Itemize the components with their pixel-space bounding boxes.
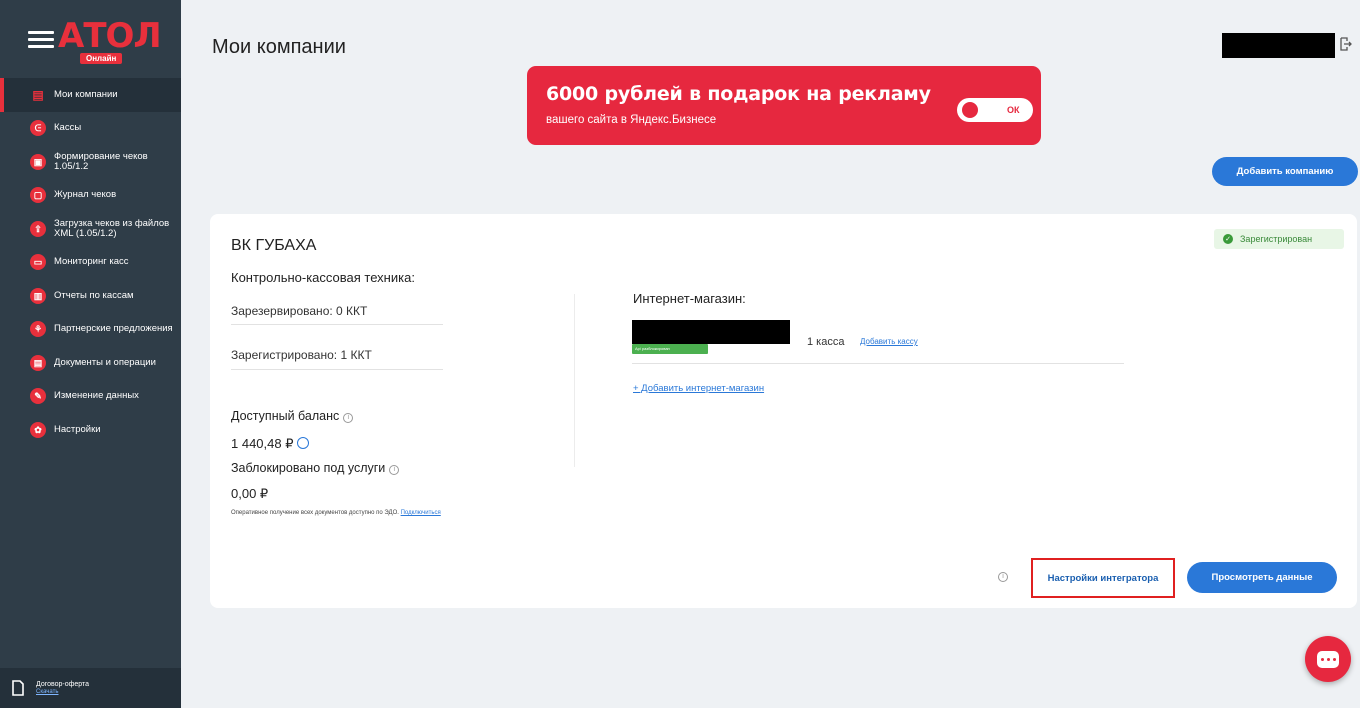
shop-name-redacted[interactable] <box>632 320 790 344</box>
divider <box>632 363 1124 364</box>
balance-value-row: 1 440,48 ₽ <box>231 436 309 452</box>
status-label: Зарегистрирован <box>1240 234 1313 244</box>
brand: АТОЛ Онлайн <box>0 0 181 78</box>
upload-icon: ⇪ <box>30 220 46 237</box>
toggle-knob <box>962 102 978 118</box>
sidebar-item-xml-upload[interactable]: ⇪ Загрузка чеков из файлов XML (1.05/1.2… <box>0 212 181 246</box>
offer-contract[interactable]: Договор-оферта Скачать <box>0 668 181 708</box>
report-icon: ▥ <box>30 287 46 304</box>
sidebar-item-documents[interactable]: ▤ Документы и операции <box>0 346 181 380</box>
check-icon: ✓ <box>1223 234 1233 244</box>
edo-connect-link[interactable]: Подключиться <box>401 510 441 516</box>
partner-icon: ⚘ <box>30 321 46 338</box>
refresh-icon[interactable] <box>296 437 309 449</box>
info-icon[interactable]: i <box>998 572 1008 582</box>
company-name: ВК ГУБАХА <box>231 237 317 254</box>
receipt-form-icon: ▣ <box>30 153 46 170</box>
sidebar-item-label: Загрузка чеков из файлов XML (1.05/1.2) <box>54 217 170 239</box>
sidebar-item-label: Партнерские предложения <box>54 323 173 335</box>
add-shop-link[interactable]: + Добавить интернет-магазин <box>633 383 764 394</box>
edit-icon: ✎ <box>30 388 46 405</box>
documents-icon: ▤ <box>30 354 46 371</box>
journal-icon: ▢ <box>30 187 46 204</box>
sidebar-item-label: Документы и операции <box>54 356 156 368</box>
menu-icon[interactable] <box>28 30 54 48</box>
offer-download-link[interactable]: Скачать <box>36 689 89 695</box>
logout-icon[interactable] <box>1340 37 1352 51</box>
sidebar-item-my-companies[interactable]: ▤ Мои компании <box>0 78 181 112</box>
registered-kkt: Зарегистрировано: 1 ККТ <box>231 348 372 362</box>
store-icon: ▤ <box>32 87 44 102</box>
add-company-button[interactable]: Добавить компанию <box>1212 157 1358 186</box>
page-title: Мои компании <box>212 36 346 58</box>
sidebar-nav: ▤ Мои компании ᕮ Кассы ▣ Формирование че… <box>0 78 181 447</box>
info-icon[interactable]: i <box>343 413 354 423</box>
sidebar-item-label: Мои компании <box>54 88 118 100</box>
integrator-settings-button[interactable]: Настройки интегратора <box>1031 558 1175 598</box>
promo-title: 6000 рублей в подарок на рекламу <box>546 83 931 105</box>
api-unlocked-tag: Api разблокирован <box>632 344 708 354</box>
sidebar-item-settings[interactable]: ✿ Настройки <box>0 413 181 447</box>
shop-heading: Интернет-магазин: <box>633 291 746 306</box>
sidebar-item-label: Мониторинг касс <box>54 256 129 268</box>
blocked-value: 0,00 ₽ <box>231 486 269 501</box>
promo-banner[interactable]: 6000 рублей в подарок на рекламу вашего … <box>527 66 1041 145</box>
divider <box>231 324 443 325</box>
status-badge: ✓ Зарегистрирован <box>1214 229 1344 249</box>
reserved-kkt: Зарезервировано: 0 ККТ <box>231 304 368 318</box>
balance-label: Доступный баланс <box>231 409 340 423</box>
atol-logo[interactable]: АТОЛ Онлайн <box>58 16 162 64</box>
sidebar-item-change-data[interactable]: ✎ Изменение данных <box>0 380 181 414</box>
sidebar-item-monitoring[interactable]: ▭ Мониторинг касс <box>0 246 181 280</box>
sidebar-item-label: Настройки <box>54 423 101 435</box>
sidebar: АТОЛ Онлайн ▤ Мои компании ᕮ Кассы ▣ Фор… <box>0 0 181 708</box>
toggle-ok-label: ОК <box>1007 105 1020 115</box>
balance-value: 1 440,48 ₽ <box>231 436 294 451</box>
sidebar-item-label: Кассы <box>54 122 82 134</box>
promo-ok-toggle[interactable]: ОК <box>957 98 1033 122</box>
sidebar-item-partners[interactable]: ⚘ Партнерские предложения <box>0 313 181 347</box>
sidebar-item-cash-registers[interactable]: ᕮ Кассы <box>0 112 181 146</box>
cash-register-icon: ᕮ <box>30 120 46 137</box>
sidebar-item-receipt-forming[interactable]: ▣ Формирование чеков 1.05/1.2 <box>0 145 181 179</box>
sidebar-item-label: Формирование чеков 1.05/1.2 <box>54 150 148 172</box>
column-divider <box>574 294 575 467</box>
company-card: ВК ГУБАХА ✓ Зарегистрирован Контрольно-к… <box>210 214 1357 608</box>
sidebar-item-receipt-journal[interactable]: ▢ Журнал чеков <box>0 179 181 213</box>
sidebar-item-label: Отчеты по кассам <box>54 289 134 301</box>
add-kassa-link[interactable]: Добавить кассу <box>860 337 918 346</box>
chat-bubble-icon <box>1317 650 1339 668</box>
blocked-label-row: Заблокировано под услуги i <box>231 461 400 475</box>
balance-label-row: Доступный баланс i <box>231 409 354 423</box>
blocked-label: Заблокировано под услуги <box>231 461 386 475</box>
kassa-count: 1 касса <box>807 336 845 348</box>
sidebar-item-reports[interactable]: ▥ Отчеты по кассам <box>0 279 181 313</box>
monitor-icon: ▭ <box>30 254 46 271</box>
sidebar-item-label: Изменение данных <box>54 390 139 402</box>
kkt-heading: Контрольно-кассовая техника: <box>231 270 415 285</box>
document-icon <box>12 680 24 696</box>
sidebar-item-label: Журнал чеков <box>54 189 117 201</box>
edo-note-text: Оперативное получение всех документов до… <box>231 510 399 516</box>
chat-icon[interactable] <box>1305 636 1351 682</box>
divider <box>231 369 443 370</box>
user-name-redacted[interactable] <box>1222 33 1335 58</box>
logo-badge: Онлайн <box>80 53 123 64</box>
promo-subtitle: вашего сайта в Яндекс.Бизнесе <box>546 114 717 126</box>
info-icon[interactable]: i <box>389 465 400 475</box>
offer-contract-label: Договор-оферта <box>36 681 90 688</box>
settings-icon: ✿ <box>30 421 46 438</box>
logo-text: АТОЛ <box>58 16 162 56</box>
edo-note: Оперативное получение всех документов до… <box>231 510 451 518</box>
view-data-button[interactable]: Просмотреть данные <box>1187 562 1337 593</box>
